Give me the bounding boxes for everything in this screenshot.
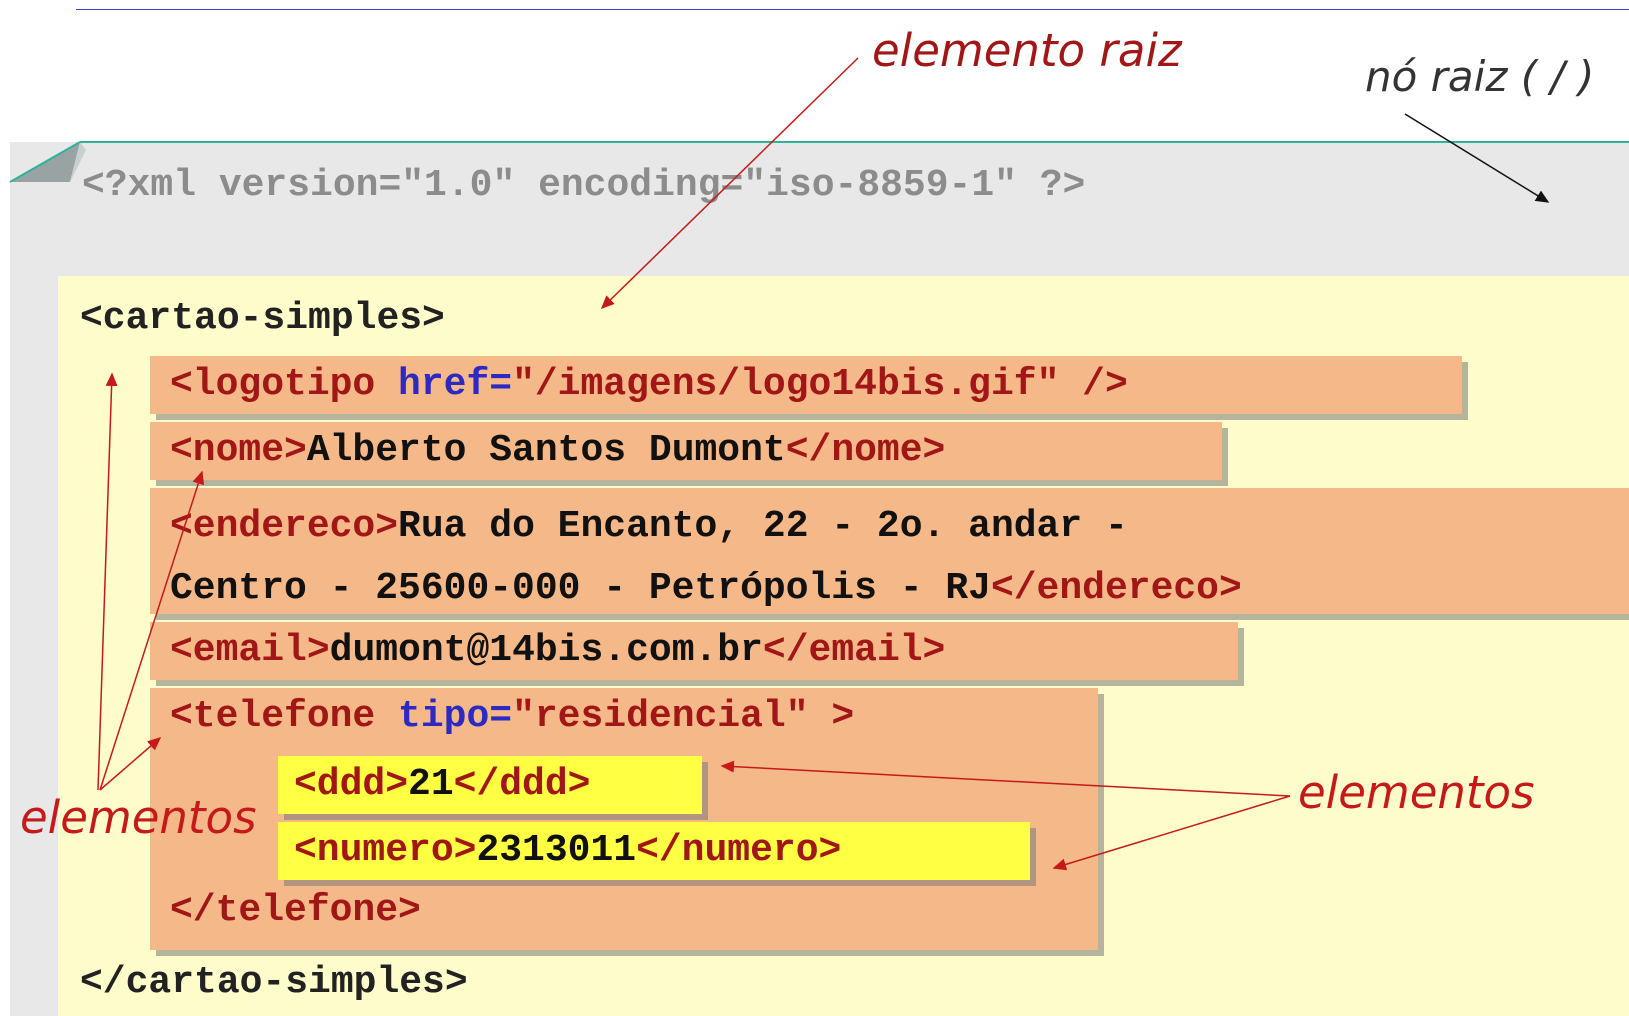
arrow-root-element (600, 57, 859, 310)
arrow-root-node (1404, 113, 1550, 203)
arrow-left-2 (99, 470, 205, 791)
arrow-left-1 (97, 372, 118, 791)
callout-arrows (97, 57, 1550, 871)
arrow-right-ddd (720, 760, 1291, 797)
arrow-right-numero (1052, 795, 1291, 871)
